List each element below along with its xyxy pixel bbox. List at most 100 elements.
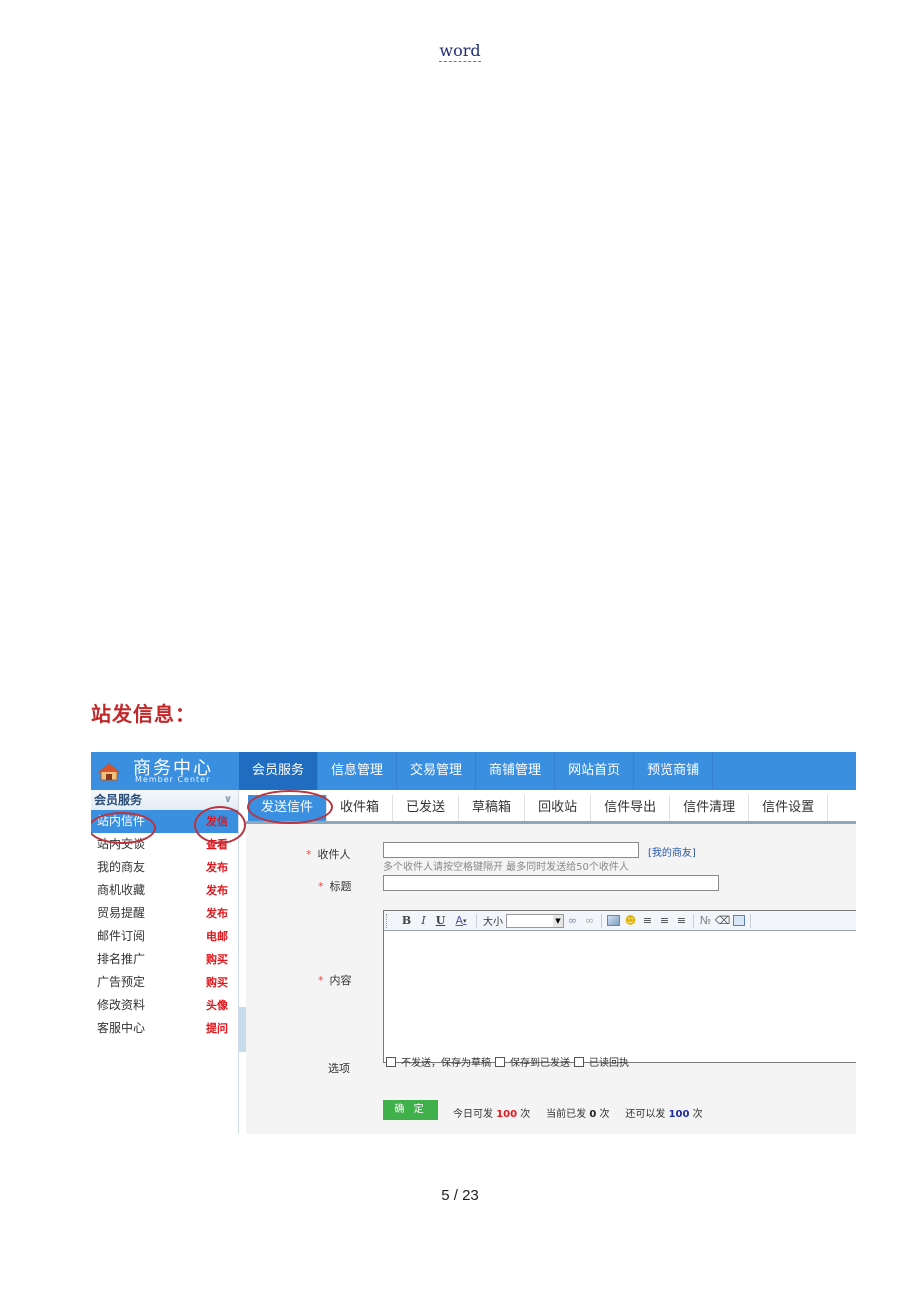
tab-inbox[interactable]: 收件箱 [327, 795, 394, 821]
rich-text-editor: B I U A ▾ 大小 ▼ ∞ ∞ ☻ ≡ ≡ ≡ № ⌫ [383, 910, 856, 1063]
page-footer: 5 / 23 [0, 1187, 920, 1204]
nav-shop-management[interactable]: 商铺管理 [476, 752, 556, 790]
required-mark: * [306, 848, 312, 861]
sidebar-item-label: 修改资料 [97, 998, 146, 1012]
align-right-icon[interactable]: ≡ [673, 913, 690, 929]
option-save-draft[interactable]: 不发送，保存为草稿 [386, 1054, 491, 1069]
link-icon[interactable]: ∞ [564, 913, 581, 929]
subject-label: * 标题 [318, 880, 352, 893]
sent-count-value: 0 [589, 1109, 597, 1120]
sidebar-item-subscriptions[interactable]: 邮件订阅 电邮 [91, 925, 238, 948]
font-size-select[interactable]: ▼ [506, 913, 564, 928]
toolbar-separator [750, 913, 751, 928]
options-group: 不发送，保存为草稿 保存到已发送 已读回执 [386, 1054, 633, 1069]
attachment-icon[interactable]: № [697, 913, 714, 929]
page-number: 5 [441, 1187, 450, 1204]
sidebar-action-link[interactable]: 电邮 [206, 925, 228, 948]
toolbar-grip-icon [386, 913, 392, 928]
sidebar-item-trade-alerts[interactable]: 贸易提醒 发布 [91, 902, 238, 925]
emoticon-icon[interactable]: ☻ [622, 913, 639, 929]
recipient-input[interactable] [383, 842, 639, 858]
top-nav-bar: 商务中心 Member Center 会员服务 信息管理 交易管理 商铺管理 网… [91, 752, 856, 790]
tab-trash[interactable]: 回收站 [525, 795, 592, 821]
toolbar-separator [693, 913, 694, 928]
nav-site-home[interactable]: 网站首页 [555, 752, 635, 790]
required-mark: * [318, 974, 324, 987]
tab-drafts[interactable]: 草稿箱 [459, 795, 526, 821]
recipient-hint: 多个收件人请按空格键隔开 最多同时发送给50个收件人 [383, 862, 629, 873]
editor-content-area[interactable] [384, 931, 856, 1062]
source-view-icon[interactable] [733, 915, 745, 926]
nav-preview-shop[interactable]: 预览商铺 [634, 752, 714, 790]
submit-button[interactable]: 确 定 [383, 1100, 438, 1120]
content-label: * 内容 [318, 974, 352, 987]
recipient-label: * 收件人 [306, 848, 351, 861]
section-title: 站发信息： [91, 702, 196, 726]
align-left-icon[interactable]: ≡ [639, 913, 656, 929]
sidebar-item-profile[interactable]: 修改资料 头像 [91, 994, 238, 1017]
align-center-icon[interactable]: ≡ [656, 913, 673, 929]
subject-input[interactable] [383, 875, 719, 891]
remaining-quota-value: 100 [668, 1109, 690, 1120]
sidebar-item-label: 广告预定 [97, 975, 146, 989]
sidebar-heading-label: 会员服务 [94, 793, 143, 807]
options-label: 选项 [328, 1062, 350, 1075]
sidebar-action-link[interactable]: 购买 [206, 948, 228, 971]
font-size-label: 大小 [483, 917, 503, 928]
tab-sent[interactable]: 已发送 [393, 795, 460, 821]
sidebar-item-label: 我的商友 [97, 860, 146, 874]
sidebar-action-link[interactable]: 提问 [206, 1017, 228, 1040]
sidebar-action-link[interactable]: 发布 [206, 856, 228, 879]
italic-button[interactable]: I [415, 913, 432, 929]
sidebar-action-link[interactable]: 发布 [206, 902, 228, 925]
font-color-icon: A [455, 914, 463, 927]
font-color-button[interactable]: A ▾ [449, 913, 473, 929]
dropdown-arrow-icon: ▼ [553, 914, 563, 927]
insert-image-icon[interactable] [607, 915, 620, 926]
sidebar-item-ads[interactable]: 广告预定 购买 [91, 971, 238, 994]
home-icon [98, 763, 120, 781]
editor-toolbar: B I U A ▾ 大小 ▼ ∞ ∞ ☻ ≡ ≡ ≡ № ⌫ [384, 911, 856, 931]
tab-cleanup[interactable]: 信件清理 [670, 795, 750, 821]
checkbox[interactable] [574, 1056, 584, 1067]
sidebar-item-ranking[interactable]: 排名推广 购买 [91, 948, 238, 971]
send-quota-stats: 今日可发 100 次 当前已发 0 次 还可以发 100 次 [453, 1109, 703, 1120]
sidebar-action-link[interactable]: 发布 [206, 879, 228, 902]
toolbar-separator [476, 913, 477, 928]
sidebar-item-friends[interactable]: 我的商友 发布 [91, 856, 238, 879]
sidebar-item-favorites[interactable]: 商机收藏 发布 [91, 879, 238, 902]
page-total: / 23 [453, 1187, 479, 1204]
annotation-oval [91, 812, 156, 844]
unlink-icon[interactable]: ∞ [581, 913, 598, 929]
member-center-screenshot: 商务中心 Member Center 会员服务 信息管理 交易管理 商铺管理 网… [91, 752, 856, 1134]
sidebar-action-link[interactable]: 头像 [206, 994, 228, 1017]
nav-member-services[interactable]: 会员服务 [239, 752, 319, 790]
header-text: word [439, 41, 481, 62]
nav-trade-management[interactable]: 交易管理 [397, 752, 477, 790]
sidebar-item-label: 排名推广 [97, 952, 146, 966]
brand-subtitle: Member Center [135, 775, 211, 784]
sidebar-collapse-handle[interactable] [239, 1007, 246, 1052]
sidebar-item-support[interactable]: 客服中心 提问 [91, 1017, 238, 1040]
option-read-receipt[interactable]: 已读回执 [574, 1054, 629, 1069]
checkbox[interactable] [386, 1056, 396, 1067]
checkbox[interactable] [495, 1056, 505, 1067]
sidebar-item-label: 商机收藏 [97, 883, 146, 897]
document-header: word [0, 41, 920, 62]
bold-button[interactable]: B [398, 913, 415, 929]
brand-logo[interactable]: 商务中心 Member Center [91, 752, 239, 790]
annotation-oval [194, 806, 246, 844]
tab-export[interactable]: 信件导出 [591, 795, 671, 821]
tab-settings[interactable]: 信件设置 [749, 795, 829, 821]
nav-info-management[interactable]: 信息管理 [318, 752, 398, 790]
option-save-sent[interactable]: 保存到已发送 [495, 1054, 570, 1069]
send-mail-form: * 收件人 [我的商友] 多个收件人请按空格键隔开 最多同时发送给50个收件人 *… [246, 824, 856, 1134]
sidebar-action-link[interactable]: 购买 [206, 971, 228, 994]
my-friends-link[interactable]: [我的商友] [648, 844, 696, 859]
today-quota-value: 100 [496, 1109, 518, 1120]
eraser-icon[interactable]: ⌫ [714, 913, 731, 929]
main-panel: 发送信件 收件箱 已发送 草稿箱 回收站 信件导出 信件清理 信件设置 * 收件人… [246, 790, 856, 1134]
sidebar-item-label: 贸易提醒 [97, 906, 146, 920]
required-mark: * [318, 880, 324, 893]
underline-button[interactable]: U [432, 913, 449, 929]
